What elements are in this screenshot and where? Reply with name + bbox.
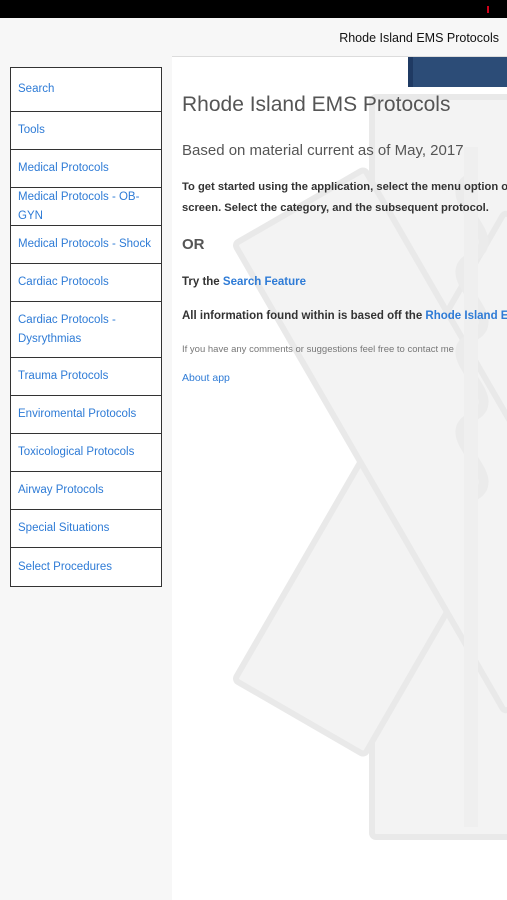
comments-text: If you have any comments or suggestions … xyxy=(182,344,454,355)
ri-ems-link[interactable]: Rhode Island EMS P xyxy=(425,310,507,322)
menu-cardiac-protocols-dysrythmias[interactable]: Cardiac Protocols - Dysrythmias xyxy=(11,302,161,358)
header-accent-bar xyxy=(408,57,507,87)
menu-trauma-protocols[interactable]: Trauma Protocols xyxy=(11,358,161,396)
menu-tools[interactable]: Tools xyxy=(11,112,161,150)
navigation-bar: Rhode Island EMS Protocols xyxy=(172,18,507,57)
protocol-menu: Search Tools Medical Protocols Medical Prot… xyxy=(10,67,162,587)
menu-search[interactable]: Search xyxy=(11,68,161,112)
menu-airway-protocols[interactable]: Airway Protocols xyxy=(11,472,161,510)
menu-enviromental-protocols[interactable]: Enviromental Protocols xyxy=(11,396,161,434)
status-bar xyxy=(0,0,507,18)
sidebar: Search Tools Medical Protocols Medical Prot… xyxy=(0,18,172,900)
nav-title: Rhode Island EMS Protocols xyxy=(339,31,499,45)
try-search-line: Try the Search Feature xyxy=(182,276,306,288)
battery-indicator xyxy=(487,6,489,13)
search-feature-link[interactable]: Search Feature xyxy=(223,276,306,288)
menu-toxicological-protocols[interactable]: Toxicological Protocols xyxy=(11,434,161,472)
header-accent-edge xyxy=(408,57,413,87)
menu-medical-protocols-ob-gyn[interactable]: Medical Protocols - OB-GYN xyxy=(11,188,161,226)
page-title: Rhode Island EMS Protocols xyxy=(182,93,451,116)
try-prefix: Try the xyxy=(182,276,223,288)
intro-text-line-1: To get started using the application, se… xyxy=(182,181,507,193)
info-line: All information found within is based of… xyxy=(182,310,507,322)
menu-medical-protocols[interactable]: Medical Protocols xyxy=(11,150,161,188)
info-prefix: All information found within is based of… xyxy=(182,310,426,322)
menu-cardiac-protocols[interactable]: Cardiac Protocols xyxy=(11,264,161,302)
intro-text-line-2: screen. Select the category, and the sub… xyxy=(182,202,489,214)
menu-medical-protocols-shock[interactable]: Medical Protocols - Shock xyxy=(11,226,161,264)
page-subtitle: Based on material current as of May, 201… xyxy=(182,142,464,159)
or-separator: OR xyxy=(182,236,205,253)
menu-special-situations[interactable]: Special Situations xyxy=(11,510,161,548)
main-content: Rhode Island EMS Protocols Based on mate… xyxy=(172,57,507,900)
menu-select-procedures[interactable]: Select Procedures xyxy=(11,548,161,586)
about-app-link[interactable]: About app xyxy=(182,372,230,384)
